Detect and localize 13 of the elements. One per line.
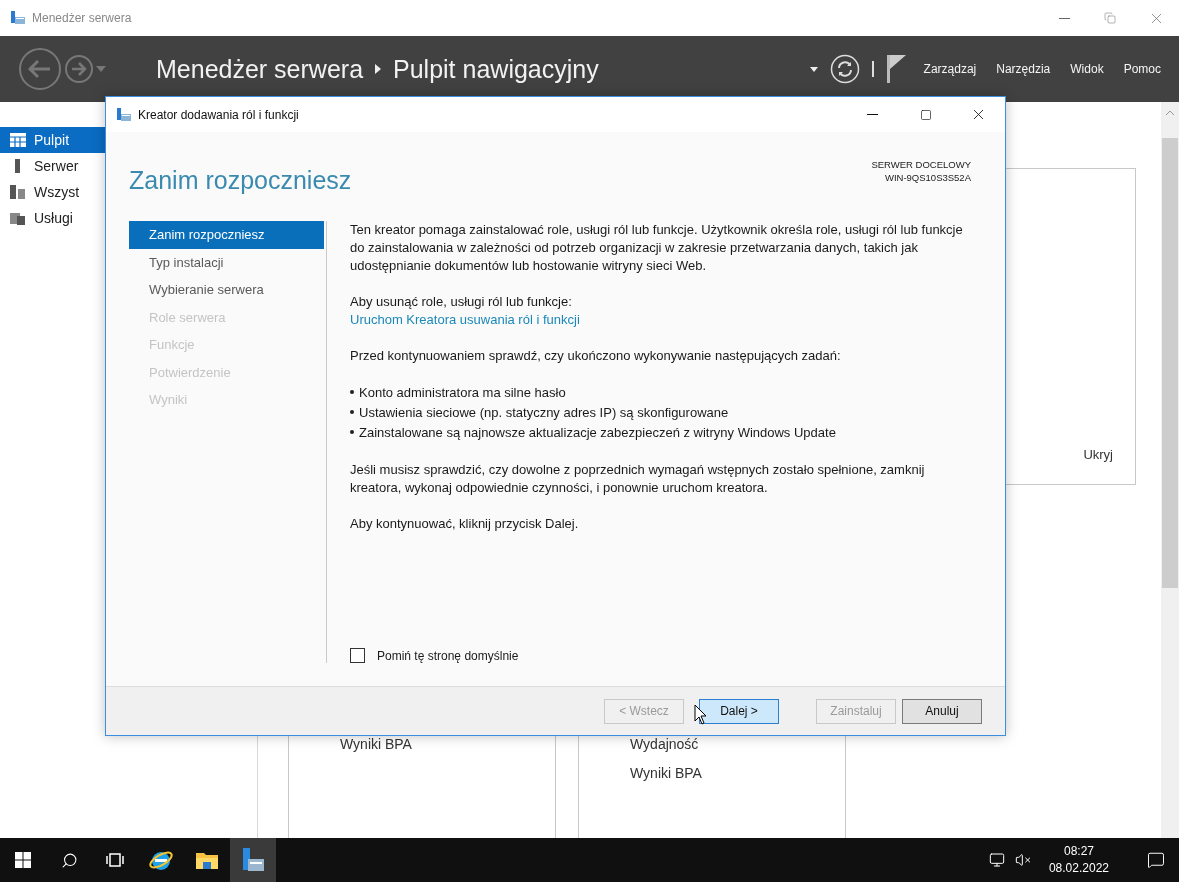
page-heading: Zanim rozpoczniesz — [129, 166, 352, 196]
target-server-name: WIN-9QS10S3S52A — [884, 171, 971, 184]
paragraph: Przed kontynuowaniem sprawdź, czy ukończono wykonywanie następujących zadań: — [350, 347, 842, 365]
bullet-text: Konto administratora ma silne hasło — [359, 384, 566, 402]
paragraph: Ten kreator pomaga zainstalować role, usługi ról lub funkcje. Użytkownik określa role, usługi ról lub funkcje do zainstalowania w zależności od potrzeb organizacji w zakresie przetwarzania danych, takich jak udostępnianie dokumentów lub hostowanie witryny sieci Web. — [350, 221, 964, 275]
paragraph: Aby usunąć role, usługi ról lub funkcje: — [350, 293, 573, 311]
paragraph: Aby kontynuować, kliknij przycisk Dalej. — [350, 515, 580, 533]
dialog-title: Kreator dodawania ról i funkcji — [138, 107, 299, 122]
window-title: Menedżer serwera — [32, 11, 132, 25]
bullet-text: Ustawienia sieciowe (np. statyczny adres IP) są skonfigurowane — [359, 404, 729, 422]
bullet-text: Zainstalowane są najnowsze aktualizacje zabezpieczeń z witryny Windows Update — [359, 424, 836, 442]
target-server-label: SERWER DOCELOWY — [871, 158, 971, 171]
paragraph: Jeśli musisz sprawdzić, czy dowolne z poprzednich wymagań wstępnych zostało spełnione, zamknij kreatora, wykonaj odpowiednie czynności, i ponownie uruchom kreatora. — [350, 461, 926, 497]
